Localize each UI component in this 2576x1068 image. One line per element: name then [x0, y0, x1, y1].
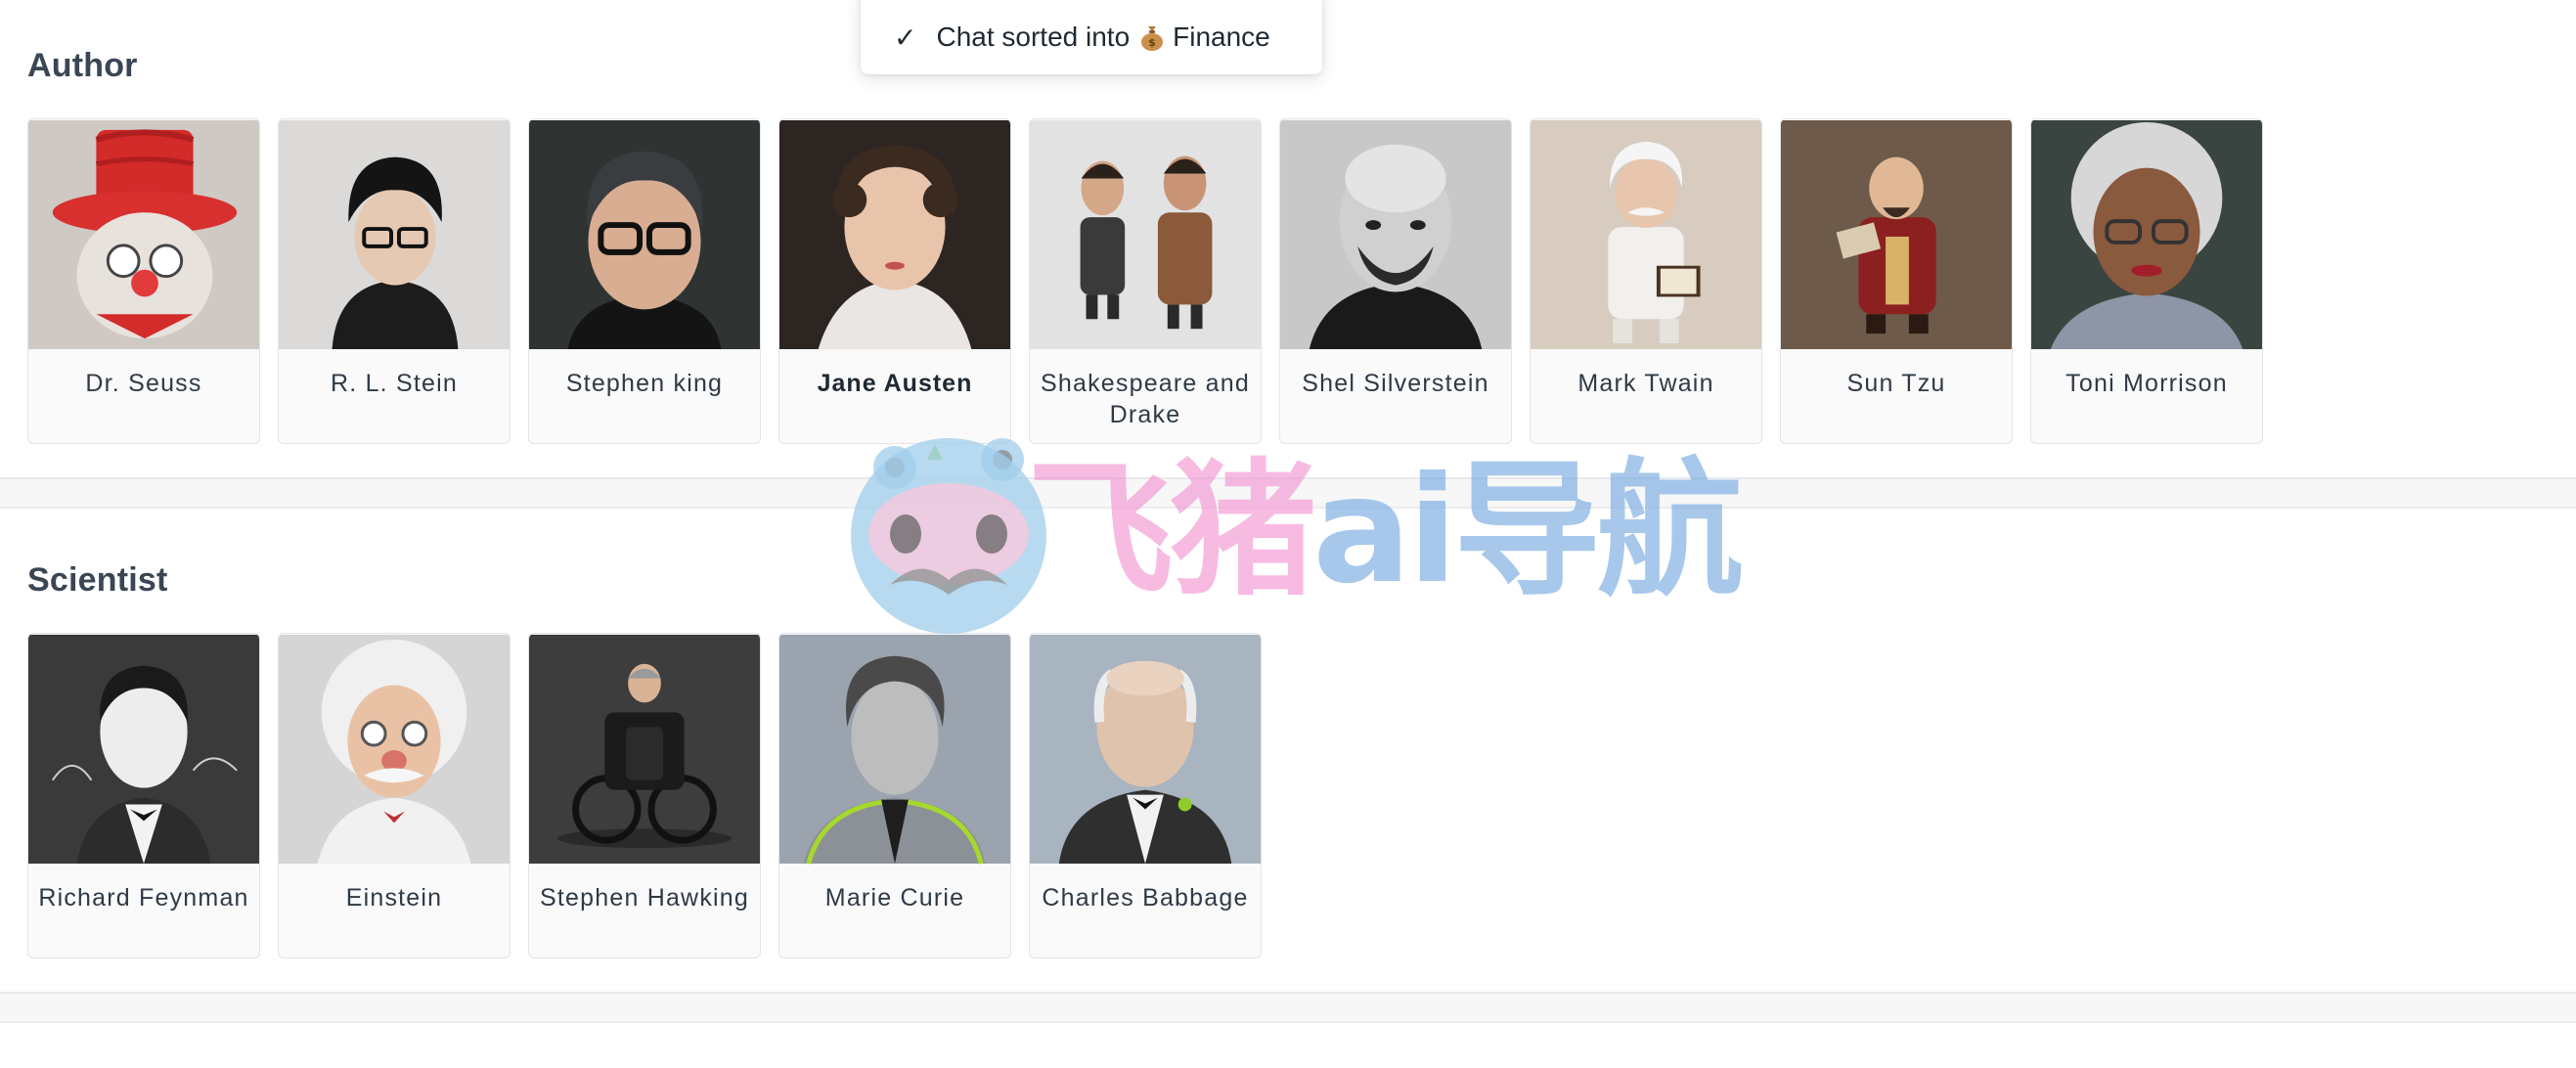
avatar: [529, 119, 760, 350]
card-name: Sun Tzu: [1846, 370, 1946, 397]
card-name: Shakespeare and Drake: [1041, 370, 1250, 428]
card-shel-silverstein[interactable]: Shel Silverstein: [1279, 118, 1512, 444]
card-stephen-king[interactable]: Stephen king: [528, 118, 761, 444]
card-name: Dr. Seuss: [85, 370, 202, 397]
card-rl-stein[interactable]: R. L. Stein: [278, 118, 511, 444]
toast-text: Chat sorted into: [936, 22, 1131, 52]
card-name: Toni Morrison: [2065, 370, 2228, 397]
card-name: Einstein: [345, 884, 443, 912]
avatar: [2031, 119, 2262, 350]
dr-seuss-portrait: [28, 119, 259, 350]
card-jane-austen[interactable]: Jane Austen: [778, 118, 1011, 444]
card-name: Shel Silverstein: [1302, 370, 1489, 397]
avatar: [279, 634, 510, 865]
card-mark-twain[interactable]: Mark Twain: [1530, 118, 1762, 444]
sorted-toast: ✓ Chat sorted into $ Finance: [861, 0, 1322, 74]
card-name: Stephen king: [565, 370, 724, 397]
card-einstein[interactable]: Einstein: [278, 633, 511, 958]
author-card-row: Dr. Seuss R. L. Stein Stephen king Jane …: [27, 118, 2263, 444]
avatar: [28, 119, 259, 350]
money-bag-icon: $: [1141, 26, 1164, 51]
card-charles-babbage[interactable]: Charles Babbage: [1029, 633, 1262, 958]
avatar: [1280, 119, 1511, 350]
section-title-scientist: Scientist: [27, 561, 168, 599]
card-name: Mark Twain: [1577, 370, 1714, 397]
avatar: [529, 634, 760, 865]
toast-folder-name: Finance: [1173, 22, 1270, 52]
card-dr-seuss[interactable]: Dr. Seuss: [27, 118, 260, 444]
avatar: [28, 634, 259, 865]
card-name: Richard Feynman: [38, 884, 249, 912]
avatar: [1531, 119, 1761, 350]
section-title-author: Author: [27, 47, 138, 84]
card-sun-tzu[interactable]: Sun Tzu: [1780, 118, 2013, 444]
scientist-card-row: Richard Feynman Einstein Stephen Hawking…: [27, 633, 1262, 958]
card-marie-curie[interactable]: Marie Curie: [778, 633, 1011, 958]
pig-logo-icon: [851, 438, 1046, 634]
card-name: Charles Babbage: [1042, 884, 1249, 912]
card-name: Jane Austen: [817, 370, 973, 397]
avatar: [1781, 119, 2012, 350]
card-name: R. L. Stein: [331, 370, 458, 397]
card-toni-morrison[interactable]: Toni Morrison: [2030, 118, 2263, 444]
avatar: [279, 119, 510, 350]
card-shakespeare-and-drake[interactable]: Shakespeare and Drake: [1029, 118, 1262, 444]
svg-text:$: $: [1148, 36, 1156, 49]
watermark-text-blue: ai导航: [1312, 446, 1744, 616]
avatar: [779, 634, 1010, 865]
avatar: [1030, 634, 1261, 865]
watermark: 飞猪ai导航: [851, 438, 1744, 634]
watermark-text-pink: 飞猪: [1027, 446, 1316, 616]
card-stephen-hawking[interactable]: Stephen Hawking: [528, 633, 761, 958]
section-divider: [0, 477, 2576, 509]
avatar: [779, 119, 1010, 350]
checkmark-icon: ✓: [894, 22, 917, 53]
card-richard-feynman[interactable]: Richard Feynman: [27, 633, 260, 958]
card-name: Stephen Hawking: [540, 884, 749, 912]
section-divider: [0, 992, 2576, 1023]
avatar: [1030, 119, 1261, 350]
card-name: Marie Curie: [824, 884, 965, 912]
